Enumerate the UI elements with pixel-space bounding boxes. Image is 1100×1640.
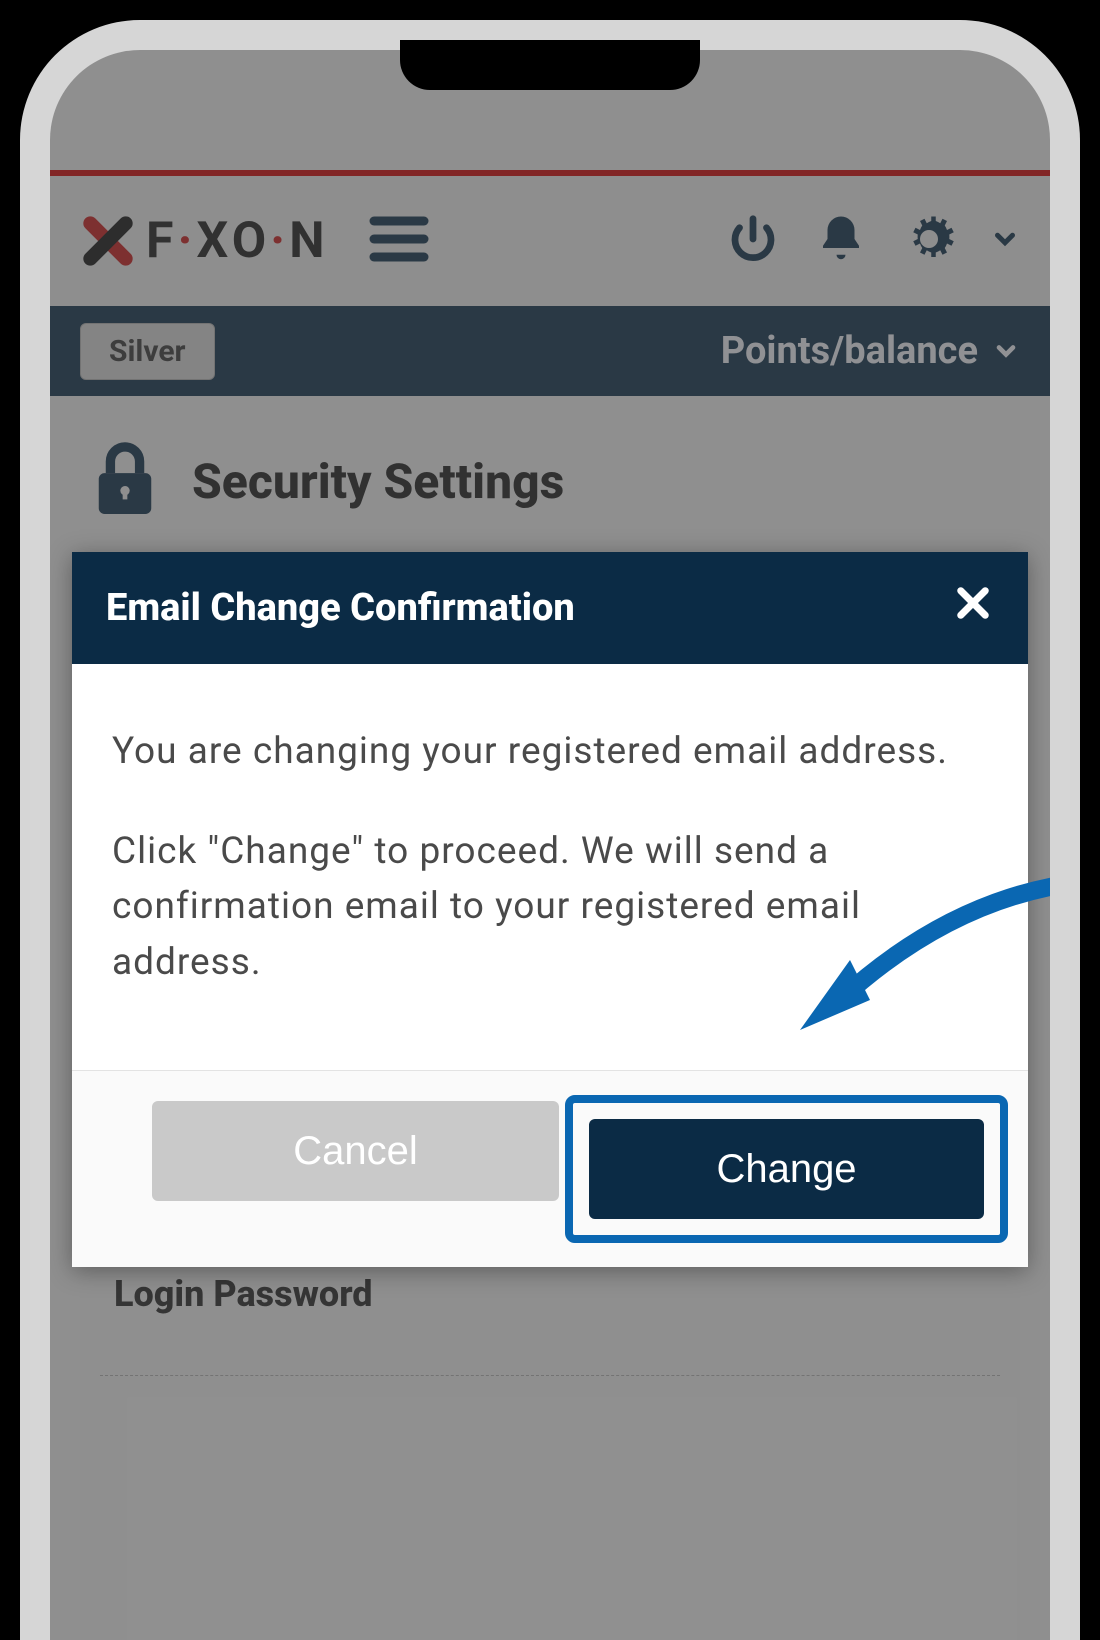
brand-logo: F·XO·N xyxy=(80,212,329,270)
modal-body: You are changing your registered email a… xyxy=(72,664,1028,1070)
status-strip: Silver Points/balance xyxy=(50,306,1050,396)
screen: F·XO·N xyxy=(50,50,1050,1640)
change-button[interactable]: Change xyxy=(589,1119,984,1219)
close-icon[interactable] xyxy=(952,582,994,634)
chevron-down-icon xyxy=(992,337,1020,365)
modal-footer: Cancel Change xyxy=(72,1070,1028,1267)
lock-icon xyxy=(90,436,160,526)
modal-body-line1: You are changing your registered email a… xyxy=(112,724,988,780)
modal-body-line2: Click "Change" to proceed. We will send … xyxy=(112,824,988,991)
page-title: Security Settings xyxy=(192,453,564,510)
gear-icon[interactable] xyxy=(902,212,956,270)
logo-text: F·XO·N xyxy=(146,212,329,270)
menu-icon[interactable] xyxy=(369,214,429,268)
top-icons xyxy=(726,212,1020,270)
points-balance-toggle[interactable]: Points/balance xyxy=(721,329,1020,373)
points-label: Points/balance xyxy=(721,329,978,373)
email-change-modal: Email Change Confirmation You are changi… xyxy=(72,552,1028,1267)
modal-title: Email Change Confirmation xyxy=(106,586,575,630)
modal-header: Email Change Confirmation xyxy=(72,552,1028,664)
change-button-highlight: Change xyxy=(565,1095,1008,1243)
tier-badge[interactable]: Silver xyxy=(80,323,215,380)
power-icon[interactable] xyxy=(726,212,780,270)
topbar: F·XO·N xyxy=(50,176,1050,306)
phone-notch xyxy=(400,40,700,90)
cancel-button[interactable]: Cancel xyxy=(152,1101,559,1201)
logo-x-icon xyxy=(80,213,136,269)
bell-icon[interactable] xyxy=(814,212,868,270)
phone-frame: F·XO·N xyxy=(20,20,1080,1640)
page-title-row: Security Settings xyxy=(50,396,1050,546)
chevron-down-icon[interactable] xyxy=(990,224,1020,258)
